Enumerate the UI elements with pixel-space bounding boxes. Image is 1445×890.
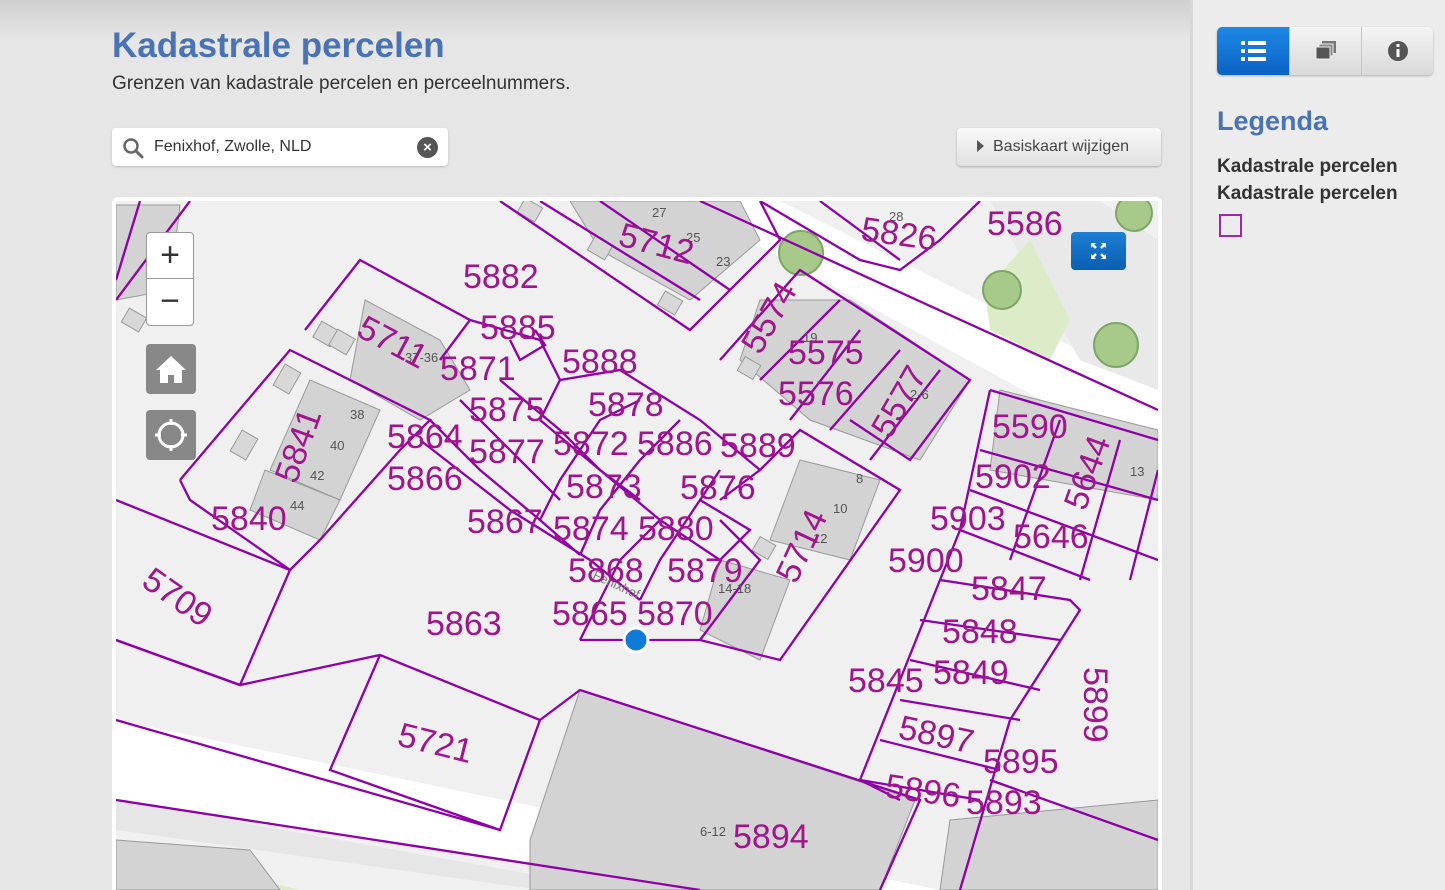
tab-legend[interactable]: [1217, 27, 1289, 75]
location-marker[interactable]: [622, 626, 650, 654]
list-icon: [1241, 41, 1266, 61]
parcel-label: 5885: [480, 309, 556, 347]
page-subtitle: Grenzen van kadastrale percelen en perce…: [112, 73, 571, 94]
parcel-label: 5878: [588, 386, 664, 424]
home-icon: [156, 356, 186, 383]
parcel-label: 5847: [971, 570, 1047, 608]
legend-parcel-swatch: [1219, 214, 1242, 237]
zoom-control: + −: [146, 232, 194, 326]
parcel-label: 5840: [211, 500, 287, 538]
house-number: 10: [833, 501, 847, 516]
house-number: 13: [1130, 464, 1144, 479]
clear-search-icon[interactable]: ×: [417, 137, 438, 158]
legend-title: Legenda: [1217, 106, 1329, 136]
parcel-label: 5903: [930, 500, 1006, 538]
parcel-label: 5575: [788, 334, 864, 372]
house-number: 38: [350, 407, 364, 422]
tab-info[interactable]: [1361, 27, 1433, 75]
sidebar-tabs: [1217, 27, 1433, 75]
search-value[interactable]: Fenixhof, Zwolle, NLD: [154, 138, 311, 156]
house-number: 6-12: [700, 824, 726, 839]
sidebar: Legenda Kadastrale percelen Kadastrale p…: [1190, 0, 1445, 890]
parcel-label: 5877: [469, 433, 545, 471]
zoom-in-button[interactable]: +: [147, 233, 193, 279]
parcel-label: 5590: [992, 408, 1068, 446]
crosshair-icon: [155, 419, 187, 451]
house-number: 23: [716, 254, 730, 269]
search-input[interactable]: Fenixhof, Zwolle, NLD ×: [112, 128, 448, 166]
parcel-label: 5889: [720, 427, 796, 465]
search-icon: [123, 138, 144, 159]
page-title: Kadastrale percelen: [112, 26, 445, 65]
house-number: 40: [330, 438, 344, 453]
parcel-label: 5872: [553, 425, 629, 463]
locate-button[interactable]: [146, 410, 196, 460]
parcel-label: 5849: [933, 654, 1009, 692]
parcel-label: 5875: [469, 391, 545, 429]
parcel-label: 5863: [426, 605, 502, 643]
layers-icon: [1315, 41, 1336, 60]
parcel-label: 5871: [440, 350, 516, 388]
parcel-label: 5865: [552, 595, 628, 633]
main-panel: Kadastrale percelen Grenzen van kadastra…: [0, 0, 1190, 890]
parcel-label: 5900: [888, 542, 964, 580]
parcel-label: 5894: [733, 818, 809, 856]
parcel-label: 5882: [463, 258, 539, 296]
parcel-label: 5866: [387, 460, 463, 498]
parcel-label: 5868: [568, 552, 644, 590]
info-icon: [1388, 41, 1408, 61]
home-button[interactable]: [146, 344, 196, 394]
parcel-label: 5893: [966, 784, 1042, 822]
parcel-label: 5876: [680, 469, 756, 507]
tab-layers[interactable]: [1289, 27, 1362, 75]
parcel-label: 5880: [638, 510, 714, 548]
parcel-label: 5879: [667, 552, 743, 590]
parcel-label: 5899: [1076, 667, 1114, 743]
parcel-label: 5864: [387, 418, 463, 456]
map-frame[interactable]: Fenixhof 27 25 23 38 40 42 44 37-36 19 2…: [112, 197, 1162, 890]
basemap-button-label: Basiskaart wijzigen: [993, 138, 1130, 155]
parcel-label: 5867: [467, 503, 543, 541]
parcel-label: 5870: [637, 595, 713, 633]
legend-layer-name: Kadastrale percelen: [1217, 183, 1398, 204]
fullscreen-button[interactable]: [1071, 232, 1126, 270]
zoom-out-button[interactable]: −: [147, 279, 193, 325]
house-number: 42: [310, 468, 324, 483]
parcel-label: 5888: [562, 343, 638, 381]
house-number: 8: [856, 471, 863, 486]
parcel-label: 5586: [987, 205, 1063, 243]
parcel-label: 5895: [983, 743, 1059, 781]
house-number: 27: [652, 205, 666, 220]
parcel-label: 5646: [1013, 518, 1089, 556]
parcel-label: 5576: [778, 375, 854, 413]
parcel-label: 5848: [942, 613, 1018, 651]
parcel-label: 5873: [566, 468, 642, 506]
fullscreen-icon: [1091, 243, 1106, 259]
parcel-label: 5902: [975, 458, 1051, 496]
cadastral-map[interactable]: Fenixhof 27 25 23 38 40 42 44 37-36 19 2…: [116, 201, 1158, 890]
house-number: 44: [290, 498, 304, 513]
parcel-label: 5845: [848, 662, 924, 700]
parcel-label: 5874: [553, 510, 629, 548]
parcel-label: 5886: [637, 425, 713, 463]
legend-layer-group: Kadastrale percelen: [1217, 156, 1398, 177]
play-arrow-icon: [977, 140, 984, 152]
basemap-button[interactable]: Basiskaart wijzigen: [957, 128, 1161, 166]
